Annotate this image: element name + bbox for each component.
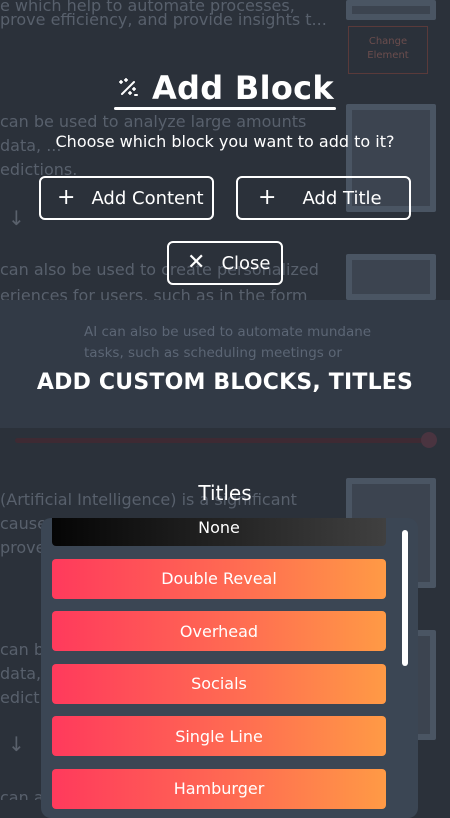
arrow-down-icon: ↓	[8, 732, 25, 756]
bg-caption-line: tasks, such as scheduling meetings or	[84, 345, 342, 361]
bg-text-line: edicti	[0, 688, 44, 707]
add-content-button[interactable]: + Add Content	[39, 176, 214, 220]
title-option-socials[interactable]: Socials	[52, 663, 386, 704]
plus-icon: +	[258, 185, 277, 210]
bg-caption-line: AI can also be used to automate mundane	[84, 324, 372, 340]
plus-icon: +	[57, 185, 76, 210]
add-content-label: Add Content	[91, 187, 204, 209]
bg-timeline-slider	[15, 432, 437, 448]
sparkle-icon	[118, 78, 138, 96]
title-option-single-line[interactable]: Single Line	[52, 716, 386, 756]
title-option-overhead[interactable]: Overhead	[52, 611, 386, 651]
add-title-label: Add Title	[302, 187, 382, 209]
bg-thumbnail	[346, 254, 436, 300]
bg-text-line: prove	[0, 538, 46, 557]
dialog-header: Add Block	[0, 68, 450, 108]
titles-list: None Double Reveal Overhead Socials Sing…	[52, 518, 386, 818]
bg-text-line: data,	[0, 664, 42, 683]
bg-preview-band: AI can also be used to automate mundane …	[0, 300, 450, 428]
title-option-double-reveal[interactable]: Double Reveal	[52, 558, 386, 599]
arrow-down-icon: ↓	[8, 206, 25, 230]
add-title-button[interactable]: + Add Title	[236, 176, 411, 220]
dialog-subtitle: Choose which block you want to add to it…	[55, 132, 395, 151]
bg-caption: AI can also be used to automate mundane …	[84, 322, 371, 364]
promo-headline: ADD CUSTOM BLOCKS, TITLES	[36, 370, 414, 395]
bg-text-line: prove efficiency, and provide insights t…	[0, 10, 327, 29]
bg-text-line: can be used to analyze large amounts	[0, 112, 307, 131]
bg-change-element-button: Change Element	[348, 26, 428, 74]
bg-thumbnail	[346, 0, 436, 20]
titles-sheet: None Double Reveal Overhead Socials Sing…	[41, 518, 418, 818]
title-underline	[114, 107, 336, 110]
bg-text-line: cause	[0, 514, 47, 533]
close-icon: ✕	[187, 250, 206, 275]
dialog-title: Add Block	[151, 69, 334, 107]
titles-sheet-heading: Titles	[198, 481, 252, 505]
close-button[interactable]: ✕ Close	[167, 241, 283, 285]
titles-scrollbar[interactable]	[402, 530, 408, 666]
bg-text-line: can a	[0, 788, 44, 800]
title-option-hamburger[interactable]: Hamburger	[52, 768, 386, 809]
close-label: Close	[221, 252, 271, 274]
title-option-none[interactable]: None	[52, 518, 386, 546]
bg-text-line: can b	[0, 640, 44, 659]
